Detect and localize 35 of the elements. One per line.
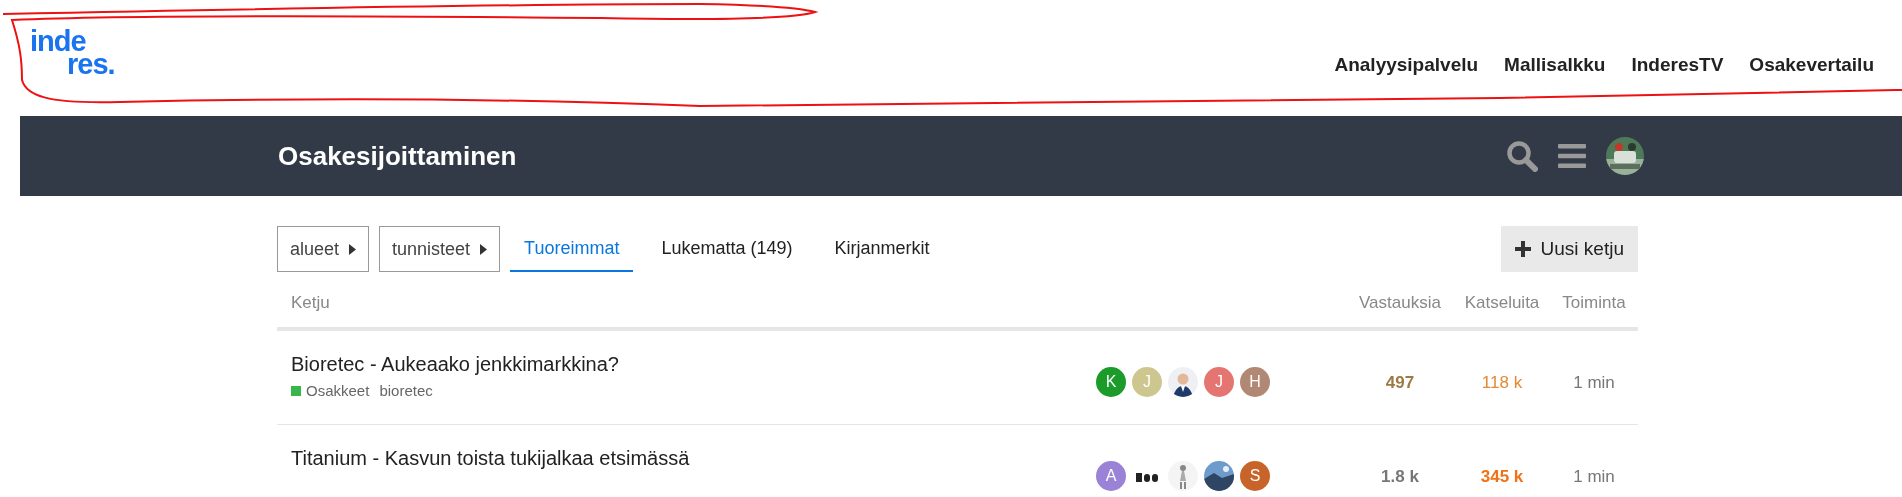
reply-count: 497 [1384, 373, 1416, 393]
activity-time[interactable]: 1 min [1573, 467, 1615, 486]
category-name[interactable]: Osakkeet [306, 382, 370, 399]
avatar[interactable]: H [1240, 367, 1270, 397]
column-header[interactable]: Vastauksia [1346, 293, 1454, 313]
tag-link[interactable]: bioretec [379, 382, 433, 399]
menu-icon[interactable] [1558, 143, 1586, 169]
avatar[interactable]: S [1240, 461, 1270, 491]
new-topic-button[interactable]: Uusi ketju [1500, 226, 1638, 272]
avatar[interactable]: K [1096, 367, 1126, 397]
topic-title[interactable]: Bioretec - Aukeaako jenkkimarkkina? [291, 353, 1096, 376]
view-count: 118 k [1481, 373, 1523, 392]
plus-icon [1514, 241, 1531, 257]
column-header[interactable]: Ketju [291, 293, 1346, 313]
tab[interactable]: Kirjanmerkit [820, 226, 944, 272]
reply-count: 1.8 k [1380, 467, 1420, 487]
caret-icon [480, 243, 488, 255]
tab[interactable]: Tuoreimmat [510, 226, 634, 272]
caret-icon [349, 243, 357, 255]
nav-link[interactable]: Mallisalkku [1504, 54, 1606, 76]
activity-time[interactable]: 1 min [1573, 373, 1615, 392]
tab[interactable]: Lukematta (149) [647, 226, 807, 272]
category-link[interactable]: Osakkeet [291, 382, 370, 399]
nav-link[interactable]: InderesTV [1631, 54, 1724, 76]
avatar[interactable]: A [1096, 461, 1126, 491]
nav-link[interactable]: Analyysipalvelu [1334, 54, 1479, 76]
filter-dropdown[interactable]: alueet [277, 226, 370, 272]
search-icon[interactable] [1506, 140, 1538, 172]
topic-title[interactable]: Titanium - Kasvun toista tukijalkaa etsimässä [291, 447, 1096, 470]
column-header[interactable]: Toiminta [1550, 293, 1638, 313]
filter-dropdown[interactable]: tunnisteet [379, 226, 501, 272]
nav-link[interactable]: Osakevertailu [1749, 54, 1874, 76]
logo[interactable]: inde res. [30, 30, 115, 76]
column-header[interactable]: Katseluita [1454, 293, 1550, 313]
view-count: 345 k [1480, 467, 1524, 486]
